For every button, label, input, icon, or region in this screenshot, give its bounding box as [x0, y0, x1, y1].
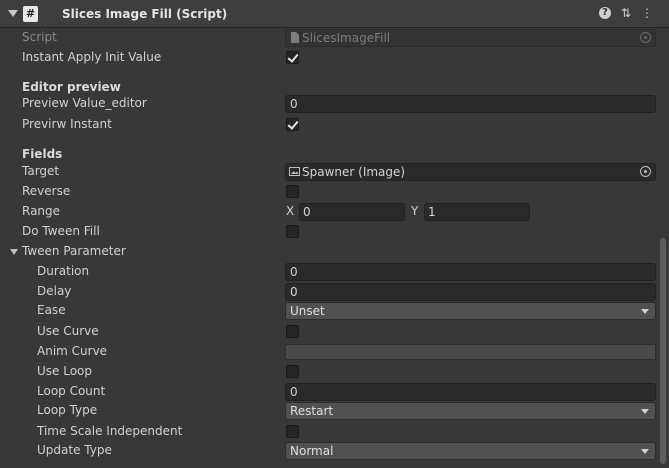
duration-row: Duration 0 [0, 262, 660, 282]
ease-dropdown[interactable]: Unset [285, 302, 656, 320]
use-loop-checkbox[interactable] [286, 365, 299, 378]
reverse-checkbox[interactable] [286, 185, 299, 198]
range-x-input[interactable]: 0 [299, 203, 405, 221]
range-y-label: Y [411, 204, 419, 218]
loop-count-row: Loop Count 0 [0, 382, 660, 402]
tween-parameter-foldout[interactable]: Tween Parameter [0, 242, 660, 262]
previrw-instant-checkbox[interactable] [286, 118, 299, 131]
preview-value-label: Preview Value_editor [22, 96, 147, 110]
time-scale-checkbox[interactable] [286, 425, 299, 438]
help-icon[interactable]: ? [599, 7, 611, 19]
object-picker-icon[interactable] [640, 166, 651, 177]
chevron-down-icon [641, 449, 649, 454]
instant-apply-checkbox[interactable] [286, 51, 299, 64]
loop-type-row: Loop Type Restart [0, 401, 660, 421]
script-field: SlicesImageFill [285, 29, 656, 47]
delay-input[interactable]: 0 [285, 283, 656, 301]
previrw-instant-row: Previrw Instant [0, 115, 660, 135]
range-y-input[interactable]: 1 [424, 203, 530, 221]
ease-value: Unset [290, 304, 325, 318]
component-title: Slices Image Fill (Script) [62, 7, 228, 21]
target-label: Target [22, 164, 60, 178]
loop-type-value: Restart [290, 404, 334, 418]
target-row: Target Spawner (Image) [0, 162, 660, 182]
chevron-down-icon [641, 409, 649, 414]
use-curve-row: Use Curve [0, 322, 660, 342]
range-x-label: X [286, 204, 295, 218]
anim-curve-label: Anim Curve [37, 344, 108, 358]
editor-preview-heading: Editor preview [22, 80, 121, 94]
duration-label: Duration [37, 264, 90, 278]
preview-value-row: Preview Value_editor 0 [0, 94, 660, 114]
duration-input[interactable]: 0 [285, 263, 656, 281]
script-label: Script [22, 30, 57, 44]
loop-count-label: Loop Count [37, 384, 106, 398]
range-row: Range X 0 Y 1 [0, 202, 660, 222]
instant-apply-row: Instant Apply Init Value [0, 48, 660, 68]
do-tween-fill-checkbox[interactable] [286, 225, 299, 238]
image-icon [289, 165, 300, 176]
foldout-arrow-icon[interactable] [8, 10, 18, 17]
target-value: Spawner (Image) [302, 165, 406, 179]
update-type-row: Update Type Normal [0, 441, 660, 461]
ease-label: Ease [37, 303, 66, 317]
context-menu-icon[interactable]: ⋮ [640, 6, 654, 20]
anim-curve-field[interactable] [285, 344, 656, 360]
use-loop-label: Use Loop [37, 364, 93, 378]
reverse-row: Reverse [0, 182, 660, 202]
preview-value-input[interactable]: 0 [285, 95, 656, 113]
delay-label: Delay [37, 284, 72, 298]
target-field[interactable]: Spawner (Image) [285, 163, 656, 181]
time-scale-row: Time Scale Independent [0, 422, 660, 442]
ease-row: Ease Unset [0, 301, 660, 321]
loop-type-label: Loop Type [37, 403, 98, 417]
update-type-label: Update Type [37, 443, 112, 457]
fields-heading: Fields [22, 147, 63, 161]
do-tween-fill-row: Do Tween Fill [0, 222, 660, 242]
presets-icon[interactable]: ⇅ [619, 6, 633, 20]
previrw-instant-label: Previrw Instant [22, 117, 112, 131]
chevron-down-icon [641, 309, 649, 314]
script-row: Script SlicesImageFill [0, 28, 660, 48]
tween-foldout-arrow-icon[interactable] [10, 249, 18, 255]
script-file-icon [289, 31, 300, 43]
anim-curve-row: Anim Curve [0, 342, 660, 362]
range-label: Range [22, 204, 61, 218]
instant-apply-label: Instant Apply Init Value [22, 50, 162, 64]
object-picker-icon [640, 32, 651, 43]
delay-row: Delay 0 [0, 282, 660, 302]
update-type-value: Normal [290, 444, 334, 458]
time-scale-label: Time Scale Independent [37, 424, 183, 438]
use-loop-row: Use Loop [0, 362, 660, 382]
update-type-dropdown[interactable]: Normal [285, 442, 656, 460]
use-curve-checkbox[interactable] [286, 325, 299, 338]
component-header[interactable]: # Slices Image Fill (Script) ? ⇅ ⋮ [0, 0, 669, 28]
reverse-label: Reverse [22, 184, 71, 198]
vertical-scrollbar[interactable] [660, 238, 666, 464]
script-value: SlicesImageFill [302, 31, 391, 45]
tween-parameter-label[interactable]: Tween Parameter [22, 244, 126, 258]
script-icon: # [23, 6, 38, 22]
use-curve-label: Use Curve [37, 324, 99, 338]
do-tween-fill-label: Do Tween Fill [22, 224, 100, 238]
loop-type-dropdown[interactable]: Restart [285, 402, 656, 420]
loop-count-input[interactable]: 0 [285, 383, 656, 401]
